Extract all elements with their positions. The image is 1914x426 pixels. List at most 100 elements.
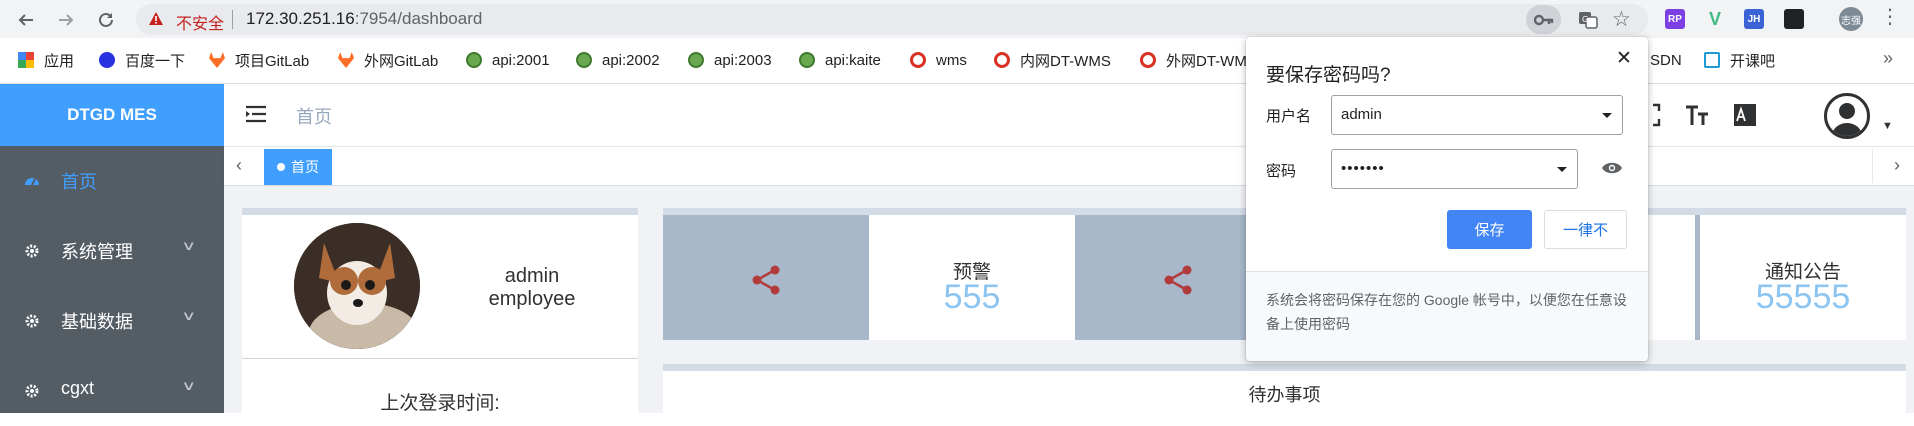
bookmark-label: 应用: [44, 52, 75, 70]
stat-card-notice[interactable]: 通知公告 55555: [1700, 215, 1906, 340]
breadcrumb[interactable]: 首页: [296, 103, 332, 129]
sidebar-item-label: 基础数据: [61, 312, 133, 332]
extension-rp-icon[interactable]: RP: [1665, 9, 1685, 29]
save-password-dialog: 要保存密码吗? ✕ 用户名 admin 密码 ••••••• 保存 一律不 系统…: [1246, 37, 1648, 361]
dialog-footer-text: 系统会将密码保存在您的 Google 帐号中，以便您在任意设备上使用密码: [1266, 292, 1627, 332]
font-size-icon[interactable]: [1684, 103, 1710, 129]
api-icon: [688, 52, 704, 68]
dialog-footer: 系统会将密码保存在您的 Google 帐号中，以便您在任意设备上使用密码: [1246, 271, 1648, 361]
app-logo[interactable]: DTGD MES: [0, 84, 224, 146]
bookmark-csdn[interactable]: SDN: [1650, 49, 1682, 71]
svg-text:G: G: [1582, 15, 1588, 24]
username-label: 用户名: [1266, 108, 1312, 125]
address-divider: [232, 10, 233, 29]
save-button[interactable]: 保存: [1447, 210, 1532, 249]
url-text[interactable]: 172.30.251.16:7954/dashboard: [246, 9, 482, 29]
app-header: 首页 ▼: [224, 84, 1914, 146]
bookmark-gitlab-external[interactable]: 外网GitLab: [338, 49, 438, 71]
username-select[interactable]: admin: [1331, 95, 1623, 135]
bookmark-kaikeba[interactable]: 开课吧: [1704, 49, 1775, 71]
sidebar-item-cgxt[interactable]: cgxt ∨: [0, 356, 224, 426]
close-icon[interactable]: ✕: [1616, 47, 1632, 70]
sidebar-item-label: 首页: [61, 172, 97, 192]
wms-icon: [1140, 52, 1156, 68]
chevron-down-icon: ∨: [181, 308, 197, 323]
reload-icon: [99, 12, 113, 27]
profile-photo: [294, 223, 420, 349]
show-password-eye-icon[interactable]: [1601, 161, 1623, 175]
bookmark-wms-external[interactable]: 外网DT-WM: [1140, 49, 1247, 71]
extension-vue-icon[interactable]: V: [1705, 9, 1725, 29]
bookmark-label: 开课吧: [1730, 52, 1776, 70]
kaikeba-icon: [1704, 52, 1720, 68]
password-select[interactable]: •••••••: [1331, 149, 1578, 189]
chevron-down-icon: ∨: [181, 378, 197, 393]
forward-button[interactable]: [52, 6, 80, 34]
bookmark-api-kaite[interactable]: api:kaite: [799, 49, 881, 71]
tag-label: 首页: [291, 159, 319, 175]
menu-toggle-icon[interactable]: [244, 102, 268, 126]
gear-icon: [25, 314, 39, 328]
sidebar-item-system[interactable]: 系统管理 ∨: [0, 216, 224, 286]
tags-view: ‹ 首页 ›: [224, 146, 1914, 186]
back-arrow-icon: [18, 14, 33, 26]
extension-tab-icon[interactable]: [1784, 9, 1804, 29]
never-button[interactable]: 一律不: [1544, 210, 1627, 249]
api-icon: [466, 52, 482, 68]
stat-card-warning[interactable]: 预警 555: [869, 215, 1075, 340]
last-login-label: 上次登录时间:: [380, 393, 500, 414]
wms-icon: [994, 52, 1010, 68]
api-icon: [576, 52, 592, 68]
chevron-right-icon[interactable]: ›: [1894, 155, 1900, 176]
key-icon: [1533, 14, 1553, 25]
extension-jh-icon[interactable]: JH: [1744, 9, 1764, 29]
reload-button[interactable]: [92, 6, 120, 34]
url-path: :7954/dashboard: [354, 9, 483, 28]
dashboard-main: admin employee 上次登录时间: 预警 555 通知公告 55555…: [224, 186, 1914, 414]
user-avatar[interactable]: [1824, 93, 1870, 139]
bookmark-api-2001[interactable]: api:2001: [466, 49, 550, 71]
bookmark-label: 项目GitLab: [235, 52, 310, 70]
address-bar[interactable]: 不安全 172.30.251.16:7954/dashboard G ☆: [136, 4, 1648, 35]
security-status[interactable]: 不安全: [176, 10, 224, 34]
bookmarks-overflow-icon[interactable]: »: [1883, 48, 1893, 69]
user-avatar-icon: [1832, 103, 1862, 136]
todo-card: 待办事项: [663, 364, 1906, 413]
browser-toolbar: 不安全 172.30.251.16:7954/dashboard G ☆ RP …: [0, 0, 1914, 38]
forward-arrow-icon: [59, 14, 74, 26]
url-host: 172.30.251.16: [246, 9, 355, 28]
tag-home[interactable]: 首页: [264, 149, 332, 185]
language-icon[interactable]: [1732, 103, 1758, 129]
bookmark-api-2002[interactable]: api:2002: [576, 49, 660, 71]
profile-card: admin employee 上次登录时间:: [242, 208, 638, 414]
bookmark-gitlab-project[interactable]: 项目GitLab: [209, 49, 309, 71]
bookmark-label: api:2003: [714, 51, 772, 69]
bookmark-label: wms: [936, 51, 967, 69]
chevron-left-icon[interactable]: ‹: [236, 155, 242, 176]
bookmark-api-2003[interactable]: api:2003: [688, 49, 772, 71]
browser-menu-icon[interactable]: ⋮: [1880, 7, 1900, 27]
warning-icon[interactable]: [148, 11, 164, 27]
bookmark-label: api:kaite: [825, 51, 881, 69]
bookmark-baidu[interactable]: 百度一下: [99, 49, 185, 71]
username-value: admin: [1341, 106, 1382, 123]
bookmark-apps[interactable]: 应用: [18, 49, 74, 71]
profile-username: admin: [504, 265, 560, 287]
gitlab-icon: [338, 52, 354, 68]
bookmark-wms-internal[interactable]: 内网DT-WMS: [994, 49, 1111, 71]
wms-icon: [910, 52, 926, 68]
sidebar-item-base-data[interactable]: 基础数据 ∨: [0, 286, 224, 356]
baidu-icon: [99, 52, 115, 68]
translate-icon[interactable]: G: [1578, 10, 1598, 30]
stat-card-1-icon-box[interactable]: [663, 215, 869, 340]
caret-down-icon[interactable]: ▼: [1882, 120, 1893, 132]
profile-name-block: admin employee: [472, 265, 592, 311]
bookmark-star-icon[interactable]: ☆: [1612, 7, 1631, 32]
password-key-button[interactable]: [1526, 5, 1561, 34]
stat-value: 55555: [1755, 278, 1851, 316]
sidebar-item-label: 系统管理: [61, 242, 133, 262]
back-button[interactable]: [12, 6, 40, 34]
bookmark-wms[interactable]: wms: [910, 49, 967, 71]
profile-avatar[interactable]: 志强: [1839, 7, 1863, 31]
sidebar-item-home[interactable]: 首页: [0, 146, 224, 216]
